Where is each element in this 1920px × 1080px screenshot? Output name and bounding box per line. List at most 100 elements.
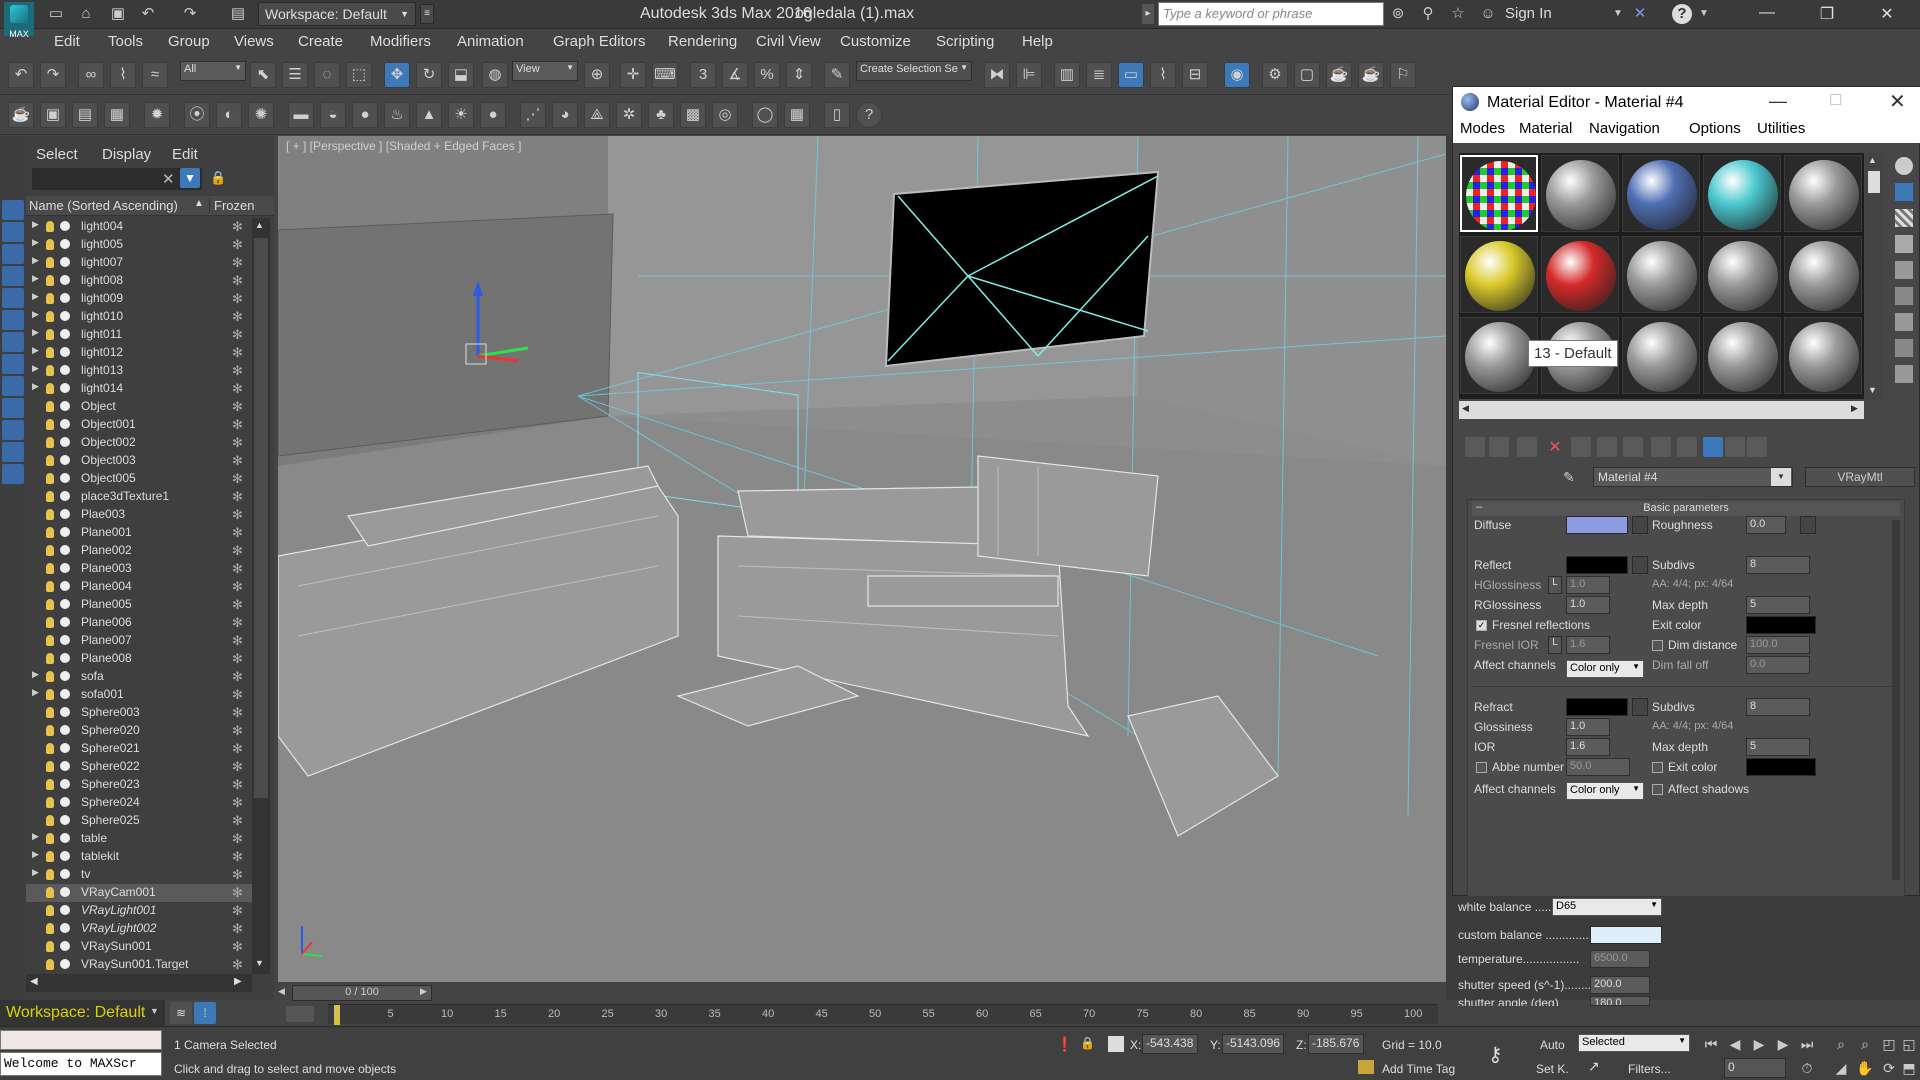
explorer-row[interactable]: ▶ light009 ✻ (26, 290, 252, 308)
visibility-toggle-icon[interactable] (60, 401, 70, 411)
render-toggle-icon[interactable] (46, 743, 54, 754)
render-toggle-icon[interactable] (46, 419, 54, 430)
make-unique-icon[interactable] (1571, 437, 1591, 457)
rglossiness-spinner[interactable]: 1.0 (1566, 596, 1610, 614)
freeze-toggle-icon[interactable]: ✻ (232, 507, 243, 523)
menu-modifiers[interactable]: Modifiers (370, 33, 431, 50)
time-configuration-icon[interactable]: ⏱ (1796, 1058, 1818, 1078)
freeze-toggle-icon[interactable]: ✻ (232, 561, 243, 577)
slots-scroll-up-icon[interactable]: ▲ (1868, 155, 1877, 165)
freeze-toggle-icon[interactable]: ✻ (232, 651, 243, 667)
params-scrollbar[interactable] (1892, 520, 1900, 880)
vray-light-lister-icon[interactable]: ✹ (144, 102, 170, 128)
minimize-window-icon[interactable]: — (1752, 4, 1782, 24)
rendered-frame-window-icon[interactable]: ▢ (1294, 62, 1320, 88)
link-icon[interactable]: ∞ (78, 62, 104, 88)
vray-clipper-icon[interactable]: ◎ (712, 102, 738, 128)
go-forward-sibling-icon[interactable] (1725, 437, 1745, 457)
material-slot[interactable] (1541, 155, 1619, 232)
show-end-result-icon[interactable] (1677, 437, 1697, 457)
layer-explorer-icon[interactable]: ≋ (170, 1002, 192, 1024)
freeze-toggle-icon[interactable]: ✻ (232, 489, 243, 505)
material-editor-icon[interactable]: ◉ (1224, 62, 1250, 88)
visibility-toggle-icon[interactable] (60, 275, 70, 285)
vray-grid-icon[interactable]: ▦ (104, 102, 130, 128)
material-slot[interactable] (1784, 236, 1862, 313)
unlink-icon[interactable]: ⌇ (110, 62, 136, 88)
expand-arrow-icon[interactable]: ▶ (32, 687, 42, 698)
visibility-toggle-icon[interactable] (60, 887, 70, 897)
visibility-toggle-icon[interactable] (60, 851, 70, 861)
visibility-toggle-icon[interactable] (60, 959, 70, 969)
menu-help[interactable]: Help (1022, 33, 1053, 50)
schematic-view-icon[interactable]: ⊟ (1182, 62, 1208, 88)
render-toggle-icon[interactable] (46, 239, 54, 250)
material-name-dropdown-icon[interactable]: ▼ (1771, 468, 1791, 486)
curve-editor-mini-icon[interactable] (286, 1006, 314, 1022)
vray-fur-icon[interactable]: ⋰ (520, 102, 546, 128)
explorer-tab-select[interactable]: Select (36, 146, 78, 163)
material-map-navigator-icon[interactable] (1747, 437, 1767, 457)
vray-info-icon[interactable]: ▯ (824, 102, 850, 128)
key-mode-icon[interactable]: ↗ (1588, 1058, 1600, 1075)
refract-map-button[interactable] (1632, 698, 1648, 716)
render-toggle-icon[interactable] (46, 959, 54, 970)
named-selection-set-dropdown[interactable]: Create Selection Se ▼ (856, 61, 972, 81)
freeze-toggle-icon[interactable]: ✻ (232, 759, 243, 775)
strip-icon-11[interactable] (2, 420, 24, 440)
explorer-row[interactable]: ▶ table ✻ (26, 830, 252, 848)
explorer-row[interactable]: Plane004 ✻ (26, 578, 252, 596)
abbe-checkbox[interactable] (1476, 762, 1487, 773)
select-by-material-icon[interactable] (1895, 339, 1913, 357)
select-object-icon[interactable]: ⬉ (250, 62, 276, 88)
freeze-toggle-icon[interactable]: ✻ (232, 471, 243, 487)
visibility-toggle-icon[interactable] (60, 653, 70, 663)
freeze-toggle-icon[interactable]: ✻ (232, 273, 243, 289)
subdivs-spinner[interactable]: 8 (1746, 556, 1810, 574)
explorer-row[interactable]: Object003 ✻ (26, 452, 252, 470)
perspective-viewport[interactable]: [ + ] [Perspective ] [Shaded + Edged Fac… (278, 136, 1446, 982)
freeze-toggle-icon[interactable]: ✻ (232, 669, 243, 685)
slots-vertical-scrollbar[interactable]: ▲ ▼ (1865, 153, 1883, 401)
orbit-icon[interactable]: ⟳ (1878, 1058, 1900, 1078)
set-key-button[interactable]: Set K. (1536, 1062, 1569, 1076)
freeze-toggle-icon[interactable]: ✻ (232, 525, 243, 541)
visibility-toggle-icon[interactable] (60, 455, 70, 465)
visibility-toggle-icon[interactable] (60, 527, 70, 537)
render-toggle-icon[interactable] (46, 509, 54, 520)
render-toggle-icon[interactable] (46, 869, 54, 880)
freeze-toggle-icon[interactable]: ✻ (232, 255, 243, 271)
render-activeshade-icon[interactable]: ⚐ (1390, 62, 1416, 88)
reference-coordinate-dropdown[interactable]: View ▼ (512, 61, 578, 81)
sample-uv-tiling-icon[interactable] (1895, 235, 1913, 253)
material-slot[interactable] (1784, 155, 1862, 232)
abbe-spinner[interactable]: 50.0 (1566, 758, 1630, 776)
refract-affect-channels-dropdown[interactable]: Color only ▼ (1566, 782, 1644, 800)
explorer-row[interactable]: VRaySun001 ✻ (26, 938, 252, 956)
vray-fur-grass-icon[interactable]: ♣ (648, 102, 674, 128)
visibility-toggle-icon[interactable] (60, 941, 70, 951)
visibility-toggle-icon[interactable] (60, 743, 70, 753)
vray-dome-icon[interactable]: ◐ (216, 102, 242, 128)
explorer-tab-edit[interactable]: Edit (172, 146, 198, 163)
workspace-dropdown[interactable]: Workspace: Default ▼ (258, 2, 416, 26)
get-material-icon[interactable] (1465, 437, 1485, 457)
user-icon[interactable]: ☺ (1478, 4, 1498, 24)
render-toggle-icon[interactable] (46, 221, 54, 232)
app-logo-icon[interactable]: MAX (4, 2, 34, 39)
explorer-row[interactable]: Object002 ✻ (26, 434, 252, 452)
expand-arrow-icon[interactable]: ▶ (32, 255, 42, 266)
favorites-star-icon[interactable]: ☆ (1448, 4, 1468, 24)
reset-map-icon[interactable]: ✕ (1545, 437, 1565, 457)
redo-toolbar-icon[interactable]: ↷ (40, 62, 66, 88)
restore-window-icon[interactable]: ❐ (1812, 4, 1842, 24)
strip-icon-13[interactable] (2, 464, 24, 484)
render-toggle-icon[interactable] (46, 671, 54, 682)
filter-icon[interactable]: ▼ (180, 168, 200, 188)
max-depth-spinner[interactable]: 5 (1746, 596, 1810, 614)
explorer-horizontal-scrollbar[interactable]: ◀ ▶ (26, 974, 252, 992)
render-toggle-icon[interactable] (46, 617, 54, 628)
menu-views[interactable]: Views (234, 33, 274, 50)
visibility-toggle-icon[interactable] (60, 671, 70, 681)
field-of-view-icon[interactable]: ◢ (1830, 1058, 1852, 1078)
